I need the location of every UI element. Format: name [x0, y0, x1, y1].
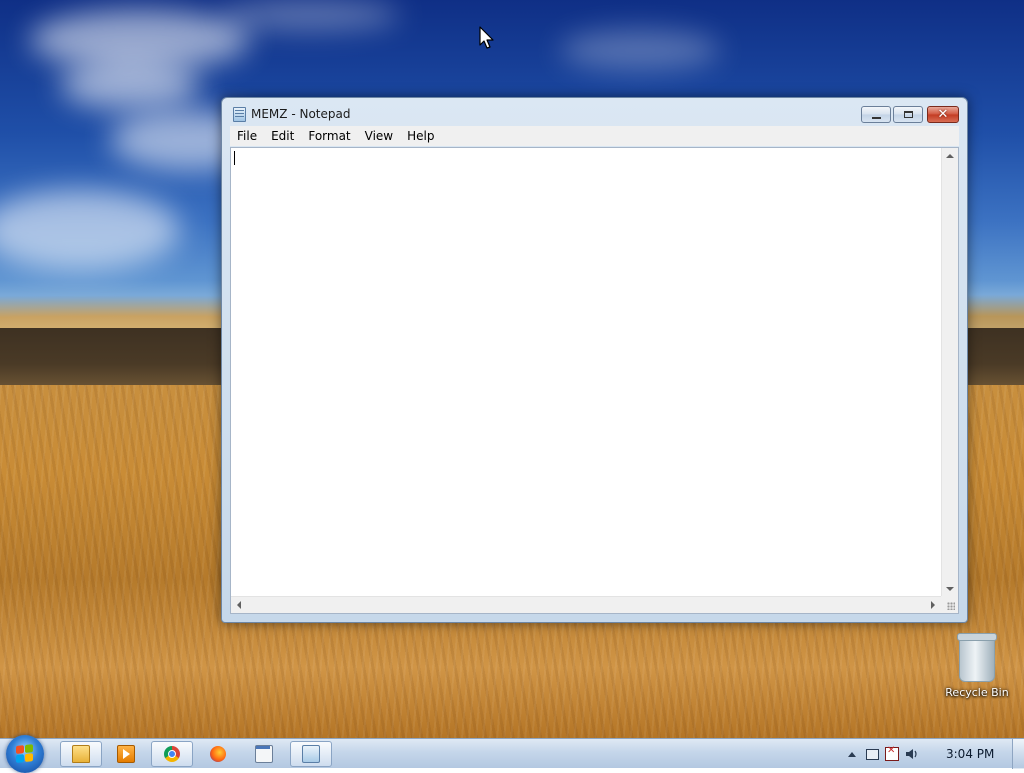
- recycle-bin-icon: [957, 633, 997, 682]
- network-tray-button[interactable]: [862, 739, 882, 769]
- window-title: MEMZ - Notepad: [251, 107, 351, 121]
- show-hidden-icons-button[interactable]: [842, 739, 862, 769]
- volume-tray-button[interactable]: [902, 739, 922, 769]
- start-button[interactable]: [6, 735, 44, 773]
- scroll-right-icon[interactable]: [931, 601, 935, 609]
- scroll-up-icon[interactable]: [946, 154, 954, 158]
- windows-logo-icon: [16, 744, 34, 764]
- close-button[interactable]: ✕: [927, 106, 959, 123]
- menu-file[interactable]: File: [230, 129, 264, 143]
- menu-bar: File Edit Format View Help: [230, 126, 959, 146]
- folder-icon: [72, 745, 90, 763]
- menu-view[interactable]: View: [358, 129, 400, 143]
- notepad-icon[interactable]: [233, 107, 246, 122]
- action-center-flag-icon: [885, 745, 899, 761]
- chrome-icon: [164, 746, 180, 762]
- text-caret: [234, 151, 235, 165]
- taskbar: 3:04 PM: [0, 735, 1024, 773]
- network-icon: [865, 748, 879, 760]
- scroll-down-icon[interactable]: [946, 587, 954, 591]
- notepad-icon: [302, 745, 320, 763]
- taskbar-clock[interactable]: 3:04 PM: [946, 747, 994, 761]
- speaker-icon: [906, 749, 917, 759]
- notepad-window[interactable]: MEMZ - Notepad ✕ File Edit Format View H…: [221, 97, 968, 623]
- show-desktop-button[interactable]: [1012, 739, 1024, 769]
- taskbar-window[interactable]: [243, 741, 285, 767]
- recycle-bin[interactable]: Recycle Bin: [942, 633, 1012, 699]
- title-bar[interactable]: MEMZ - Notepad ✕: [222, 98, 967, 126]
- menu-edit[interactable]: Edit: [264, 129, 301, 143]
- vertical-scrollbar[interactable]: [941, 148, 958, 597]
- menu-help[interactable]: Help: [400, 129, 441, 143]
- maximize-button[interactable]: [893, 106, 923, 123]
- window-icon: [255, 745, 273, 763]
- minimize-button[interactable]: [861, 106, 891, 123]
- scroll-left-icon[interactable]: [237, 601, 241, 609]
- taskbar-firefox[interactable]: [197, 741, 239, 767]
- recycle-bin-label: Recycle Bin: [945, 686, 1009, 699]
- close-icon: ✕: [937, 107, 949, 122]
- media-player-icon: [117, 745, 135, 763]
- cloud: [560, 30, 720, 70]
- cloud: [0, 190, 180, 270]
- taskbar-media-player[interactable]: [105, 741, 147, 767]
- resize-grip-icon[interactable]: [941, 596, 958, 613]
- system-tray: [842, 739, 922, 769]
- taskbar-notepad[interactable]: [290, 741, 332, 767]
- maximize-icon: [903, 111, 913, 118]
- cloud: [60, 60, 200, 110]
- firefox-icon: [210, 746, 226, 762]
- action-center-tray-button[interactable]: [882, 739, 902, 769]
- cloud: [220, 0, 400, 30]
- mouse-cursor-icon: [479, 26, 494, 49]
- menu-format[interactable]: Format: [301, 129, 357, 143]
- taskbar-chrome[interactable]: [151, 741, 193, 767]
- taskbar-explorer[interactable]: [60, 741, 102, 767]
- minimize-icon: [871, 116, 881, 119]
- horizontal-scrollbar[interactable]: [231, 596, 941, 613]
- chevron-up-icon: [848, 751, 856, 757]
- text-editor[interactable]: [230, 147, 959, 614]
